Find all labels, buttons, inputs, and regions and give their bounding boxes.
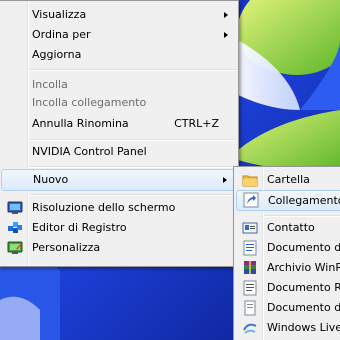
submenu-item-label: Documento RT [267, 281, 340, 294]
submenu-item-archivio-winrar[interactable]: Archivio WinRA [236, 258, 340, 278]
menu-item-label: Editor di Registro [32, 221, 127, 234]
menu-item-annulla-rinomina[interactable]: Annulla Rinomina CTRL+Z [1, 114, 236, 134]
menu-item-aggiorna[interactable]: Aggiorna [1, 45, 236, 65]
menu-separator [29, 166, 236, 168]
submenu-arrow-icon [224, 32, 228, 38]
menu-item-personalizza[interactable]: Personalizza [1, 238, 236, 258]
menu-item-label: Visualizza [32, 8, 87, 21]
contact-card-icon [242, 222, 258, 234]
submenu-item-label: Windows Live C [267, 321, 340, 334]
submenu-item-documento-rtf[interactable]: Documento RT [236, 278, 340, 298]
nuovo-submenu: Cartella Collegamento Contatto Documento… [233, 166, 340, 340]
menu-item-incolla: Incolla [1, 75, 236, 95]
submenu-item-contatto[interactable]: Contatto [236, 218, 340, 238]
submenu-item-windows-live[interactable]: Windows Live C [236, 318, 340, 338]
menu-item-nuovo[interactable]: Nuovo [1, 169, 236, 191]
menu-item-editor-registro[interactable]: Editor di Registro [1, 218, 236, 238]
menu-item-label: NVIDIA Control Panel [32, 145, 147, 158]
shortcut-label: CTRL+Z [174, 117, 219, 130]
winrar-archive-icon [244, 261, 256, 274]
menu-item-label: Personalizza [32, 241, 101, 254]
submenu-item-documento-word[interactable]: Documento di [236, 238, 340, 258]
menu-item-label: Annulla Rinomina [32, 117, 129, 130]
menu-item-incolla-collegamento: Incolla collegamento [1, 93, 236, 113]
menu-item-label: Risoluzione dello schermo [32, 201, 176, 214]
windows-live-icon [243, 323, 257, 334]
submenu-item-label: Documento di [267, 241, 340, 254]
menu-separator [29, 69, 236, 71]
submenu-item-documento-testo[interactable]: Documento di [236, 298, 340, 318]
text-document-icon [244, 300, 256, 316]
submenu-item-label: Contatto [267, 221, 315, 234]
submenu-item-collegamento[interactable]: Collegamento [236, 190, 340, 211]
shortcut-icon [243, 192, 259, 208]
word-document-icon [243, 240, 257, 256]
submenu-item-label: Cartella [267, 173, 310, 186]
submenu-arrow-icon [224, 12, 228, 18]
menu-item-label: Aggiorna [32, 48, 82, 61]
menu-separator [264, 215, 340, 217]
menu-item-visualizza[interactable]: Visualizza [1, 5, 236, 25]
submenu-arrow-icon [223, 177, 227, 183]
rtf-document-icon [243, 280, 257, 296]
menu-separator [29, 194, 236, 196]
personalize-icon [7, 241, 23, 254]
menu-item-label: Incolla [32, 78, 68, 91]
menu-item-risoluzione-schermo[interactable]: Risoluzione dello schermo [1, 198, 236, 218]
submenu-item-label: Archivio WinRA [267, 261, 340, 274]
menu-item-label: Nuovo [33, 173, 69, 186]
registry-editor-icon [8, 222, 22, 233]
monitor-icon [7, 201, 23, 214]
submenu-item-cartella[interactable]: Cartella [236, 170, 340, 190]
menu-separator [29, 139, 236, 141]
submenu-item-label: Collegamento [268, 194, 340, 207]
desktop-context-menu: Visualizza Ordina per Aggiorna Incolla I… [0, 0, 239, 267]
menu-item-nvidia-control-panel[interactable]: NVIDIA Control Panel [1, 142, 236, 162]
menu-item-label: Ordina per [32, 28, 91, 41]
menu-item-label: Incolla collegamento [32, 96, 147, 109]
folder-icon [242, 175, 258, 187]
submenu-item-label: Documento di [267, 301, 340, 314]
menu-item-ordina-per[interactable]: Ordina per [1, 25, 236, 45]
